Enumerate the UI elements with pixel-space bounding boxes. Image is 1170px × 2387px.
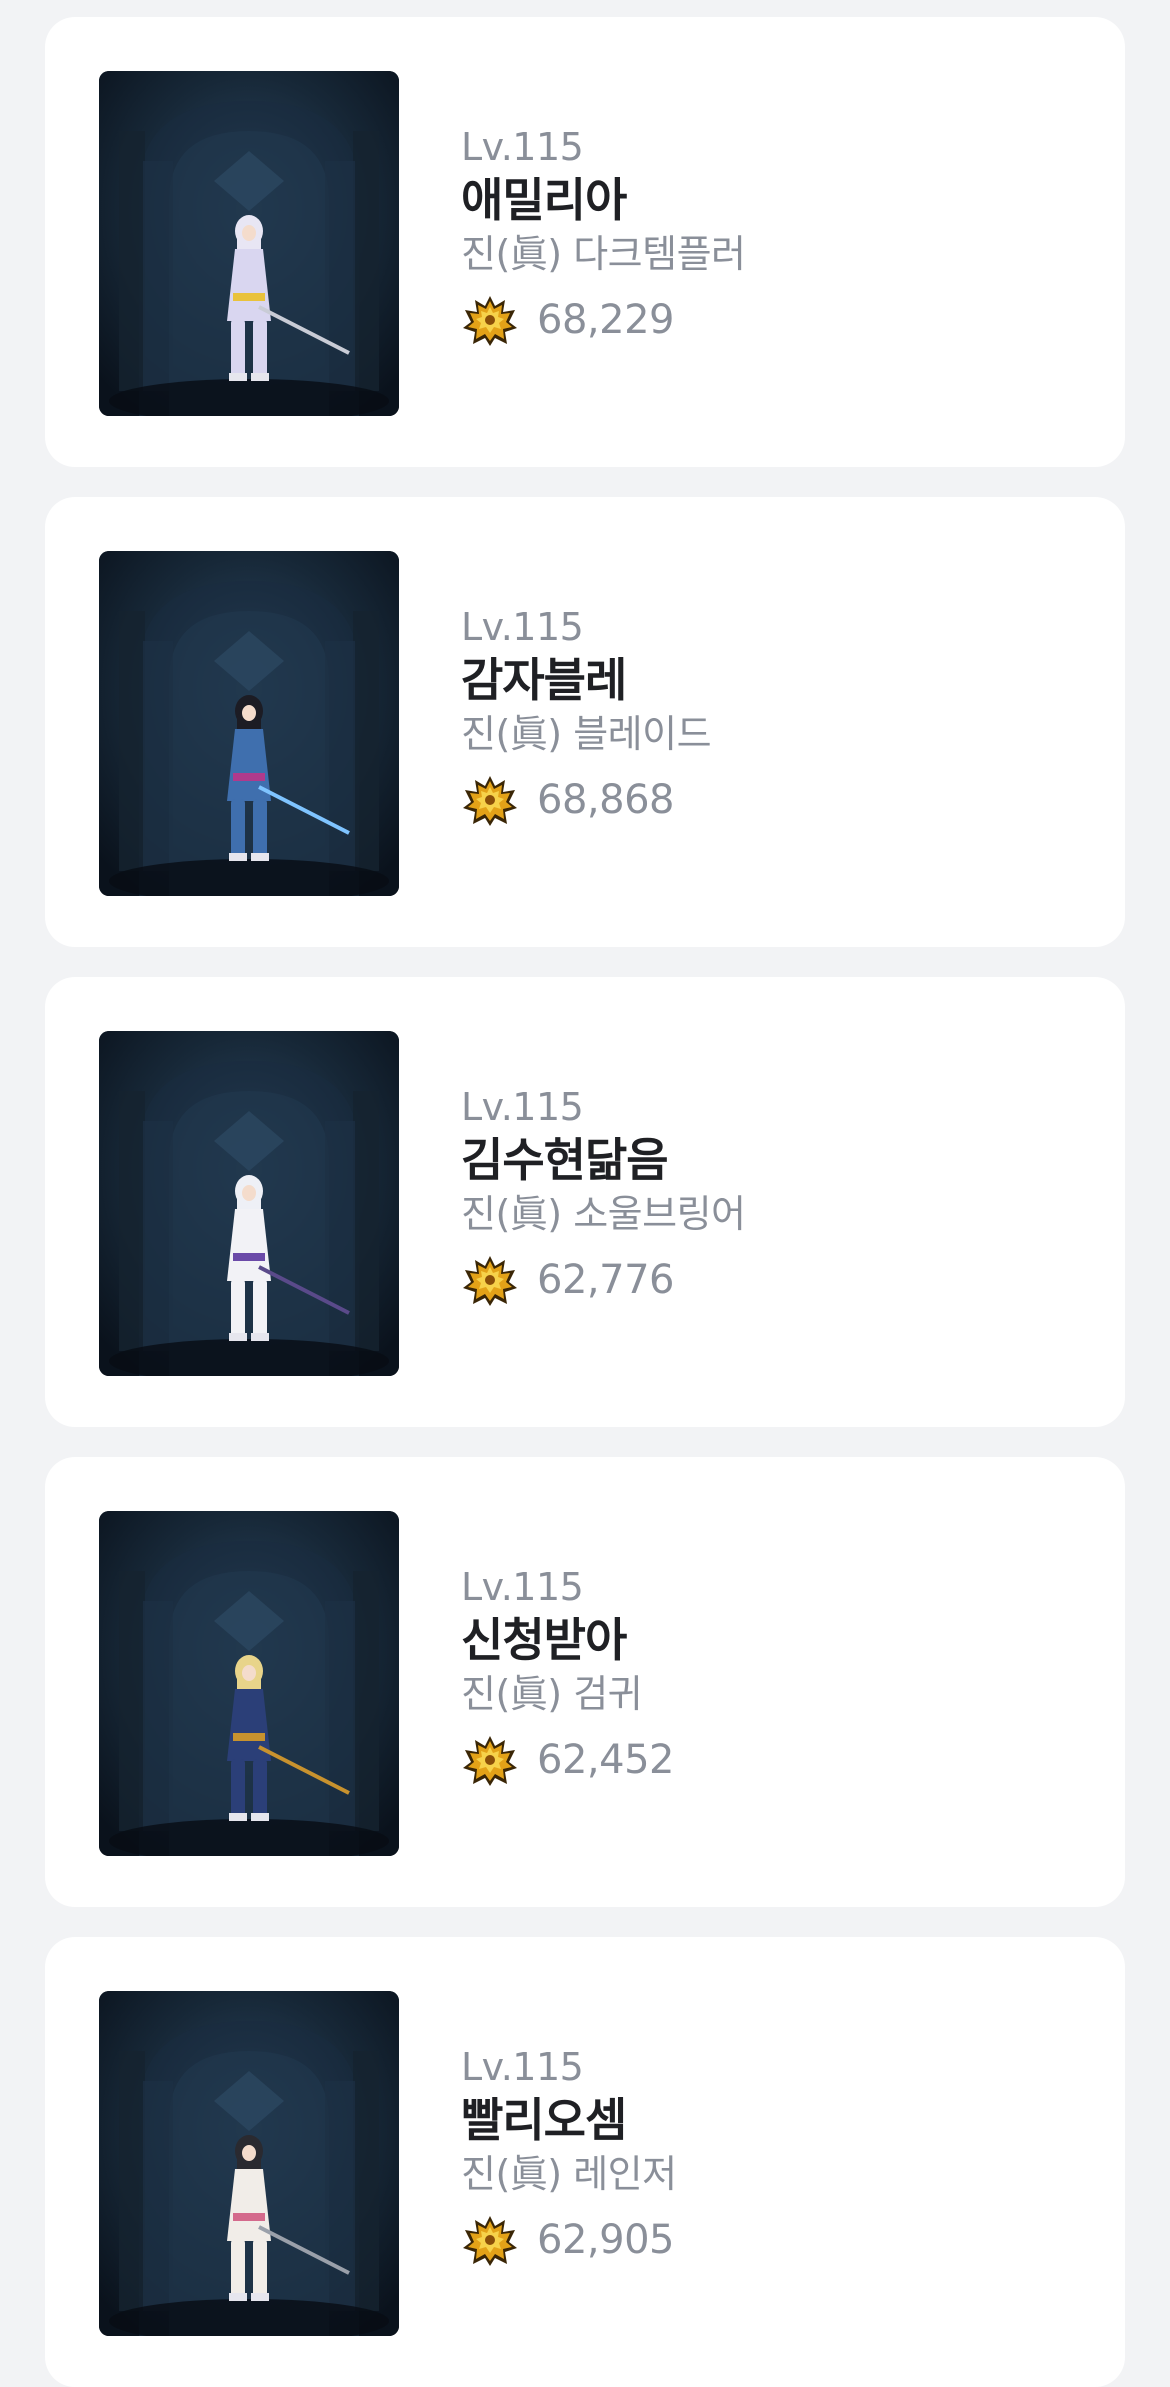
character-job: 진(眞) 레인저 <box>461 2152 677 2196</box>
fame-row: 68,229 <box>461 292 1081 348</box>
character-name[interactable]: 빨리오셈 <box>461 2092 1081 2148</box>
fame-value: 68,868 <box>537 777 674 823</box>
fame-row: 62,776 <box>461 1252 1081 1308</box>
character-job: 진(眞) 소울브링어 <box>461 1192 746 1236</box>
character-card-3[interactable]: Lv.115 김수현닮음 진(眞) 소울브링어 62,776 <box>45 977 1125 1427</box>
character-name[interactable]: 김수현닮음 <box>461 1132 1081 1188</box>
fame-crest-icon <box>461 1252 519 1308</box>
character-name[interactable]: 신청받아 <box>461 1612 1081 1668</box>
fame-crest-icon <box>461 292 519 348</box>
fame-value: 62,776 <box>537 1257 674 1303</box>
fame-row: 62,452 <box>461 1732 1081 1788</box>
character-card-4[interactable]: Lv.115 신청받아 진(眞) 검귀 62,452 <box>45 1457 1125 1907</box>
character-info: Lv.115 김수현닮음 진(眞) 소울브링어 62,776 <box>461 1084 1081 1308</box>
character-card-5[interactable]: Lv.115 빨리오셈 진(眞) 레인저 62,905 <box>45 1937 1125 2387</box>
character-info: Lv.115 감자블레 진(眞) 블레이드 68,868 <box>461 604 1081 828</box>
character-card-2[interactable]: Lv.115 감자블레 진(眞) 블레이드 68,868 <box>45 497 1125 947</box>
character-portrait <box>99 1991 399 2336</box>
character-level: Lv.115 <box>461 1085 584 1129</box>
character-portrait <box>99 1031 399 1376</box>
fame-value: 62,452 <box>537 1737 674 1783</box>
fame-value: 62,905 <box>537 2217 674 2263</box>
character-job: 진(眞) 다크템플러 <box>461 232 746 276</box>
character-info: Lv.115 신청받아 진(眞) 검귀 62,452 <box>461 1564 1081 1788</box>
character-level: Lv.115 <box>461 1565 584 1609</box>
fame-crest-icon <box>461 2212 519 2268</box>
character-list: Lv.115 애밀리아 진(眞) 다크템플러 68,229 Lv.115 감자블… <box>0 0 1170 2387</box>
fame-crest-icon <box>461 1732 519 1788</box>
character-portrait <box>99 1511 399 1856</box>
character-name[interactable]: 감자블레 <box>461 652 1081 708</box>
character-info: Lv.115 빨리오셈 진(眞) 레인저 62,905 <box>461 2044 1081 2268</box>
fame-row: 62,905 <box>461 2212 1081 2268</box>
character-portrait <box>99 551 399 896</box>
character-level: Lv.115 <box>461 125 584 169</box>
character-info: Lv.115 애밀리아 진(眞) 다크템플러 68,229 <box>461 124 1081 348</box>
character-level: Lv.115 <box>461 2045 584 2089</box>
character-name[interactable]: 애밀리아 <box>461 172 1081 228</box>
character-level: Lv.115 <box>461 605 584 649</box>
character-job: 진(眞) 블레이드 <box>461 712 712 756</box>
fame-row: 68,868 <box>461 772 1081 828</box>
character-portrait <box>99 71 399 416</box>
character-card-1[interactable]: Lv.115 애밀리아 진(眞) 다크템플러 68,229 <box>45 17 1125 467</box>
fame-crest-icon <box>461 772 519 828</box>
character-job: 진(眞) 검귀 <box>461 1672 643 1716</box>
fame-value: 68,229 <box>537 297 674 343</box>
